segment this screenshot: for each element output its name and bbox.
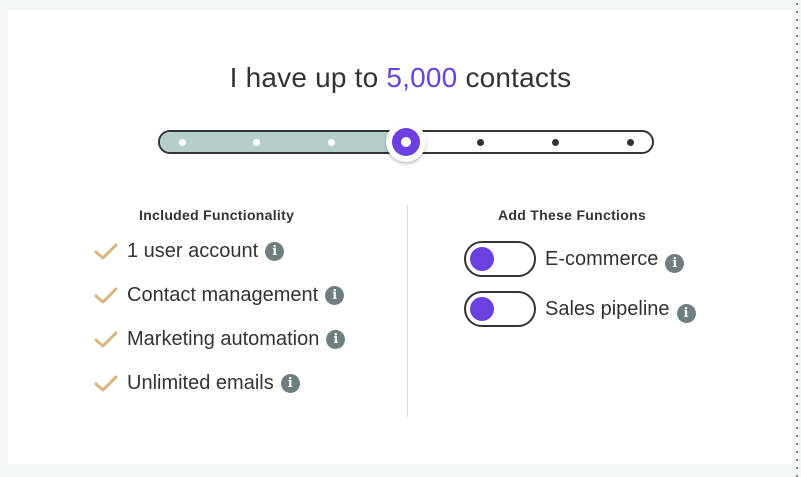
feature-item: 1 user account i bbox=[94, 239, 285, 263]
contacts-slider[interactable] bbox=[158, 122, 654, 162]
slider-stop[interactable] bbox=[178, 138, 186, 146]
contacts-headline: I have up to 5,000 contacts bbox=[0, 62, 801, 94]
check-icon bbox=[94, 371, 118, 395]
slider-stop[interactable] bbox=[477, 138, 485, 146]
slider-stop[interactable] bbox=[626, 138, 634, 146]
headline-prefix: I have up to bbox=[229, 62, 379, 93]
add-functions-heading: Add These Functions bbox=[498, 207, 647, 223]
contacts-count: 5,000 bbox=[386, 62, 458, 93]
toggle-knob bbox=[470, 247, 494, 271]
addon-ecommerce: E-commerce i bbox=[464, 241, 685, 277]
toggle-knob bbox=[470, 297, 494, 321]
column-divider bbox=[407, 205, 408, 417]
included-functionality-heading: Included Functionality bbox=[139, 207, 295, 223]
sales-pipeline-toggle[interactable] bbox=[464, 291, 536, 327]
sales-pipeline-label: Sales pipeline bbox=[545, 297, 670, 320]
check-icon bbox=[94, 239, 118, 263]
info-icon[interactable]: i bbox=[665, 253, 685, 273]
check-icon bbox=[94, 283, 118, 307]
slider-thumb[interactable] bbox=[386, 122, 426, 162]
ecommerce-label: E-commerce bbox=[545, 247, 659, 270]
feature-item: Unlimited emails i bbox=[94, 371, 300, 395]
feature-label: Unlimited emails bbox=[127, 371, 274, 394]
headline-suffix: contacts bbox=[465, 62, 572, 93]
info-icon[interactable]: i bbox=[325, 285, 345, 305]
info-icon[interactable]: i bbox=[326, 329, 346, 349]
info-icon[interactable]: i bbox=[265, 241, 285, 261]
feature-label: 1 user account bbox=[127, 239, 259, 262]
addon-sales-pipeline: Sales pipeline i bbox=[464, 291, 696, 327]
slider-stop[interactable] bbox=[327, 138, 335, 146]
feature-label: Marketing automation bbox=[127, 327, 320, 350]
info-icon[interactable]: i bbox=[280, 373, 300, 393]
feature-label: Contact management bbox=[127, 283, 319, 306]
check-icon bbox=[94, 327, 118, 351]
feature-item: Contact management i bbox=[94, 283, 345, 307]
slider-stop[interactable] bbox=[551, 138, 559, 146]
info-icon[interactable]: i bbox=[676, 303, 696, 323]
slider-fill bbox=[160, 132, 406, 152]
slider-stop[interactable] bbox=[253, 138, 261, 146]
feature-item: Marketing automation i bbox=[94, 327, 346, 351]
ecommerce-toggle[interactable] bbox=[464, 241, 536, 277]
